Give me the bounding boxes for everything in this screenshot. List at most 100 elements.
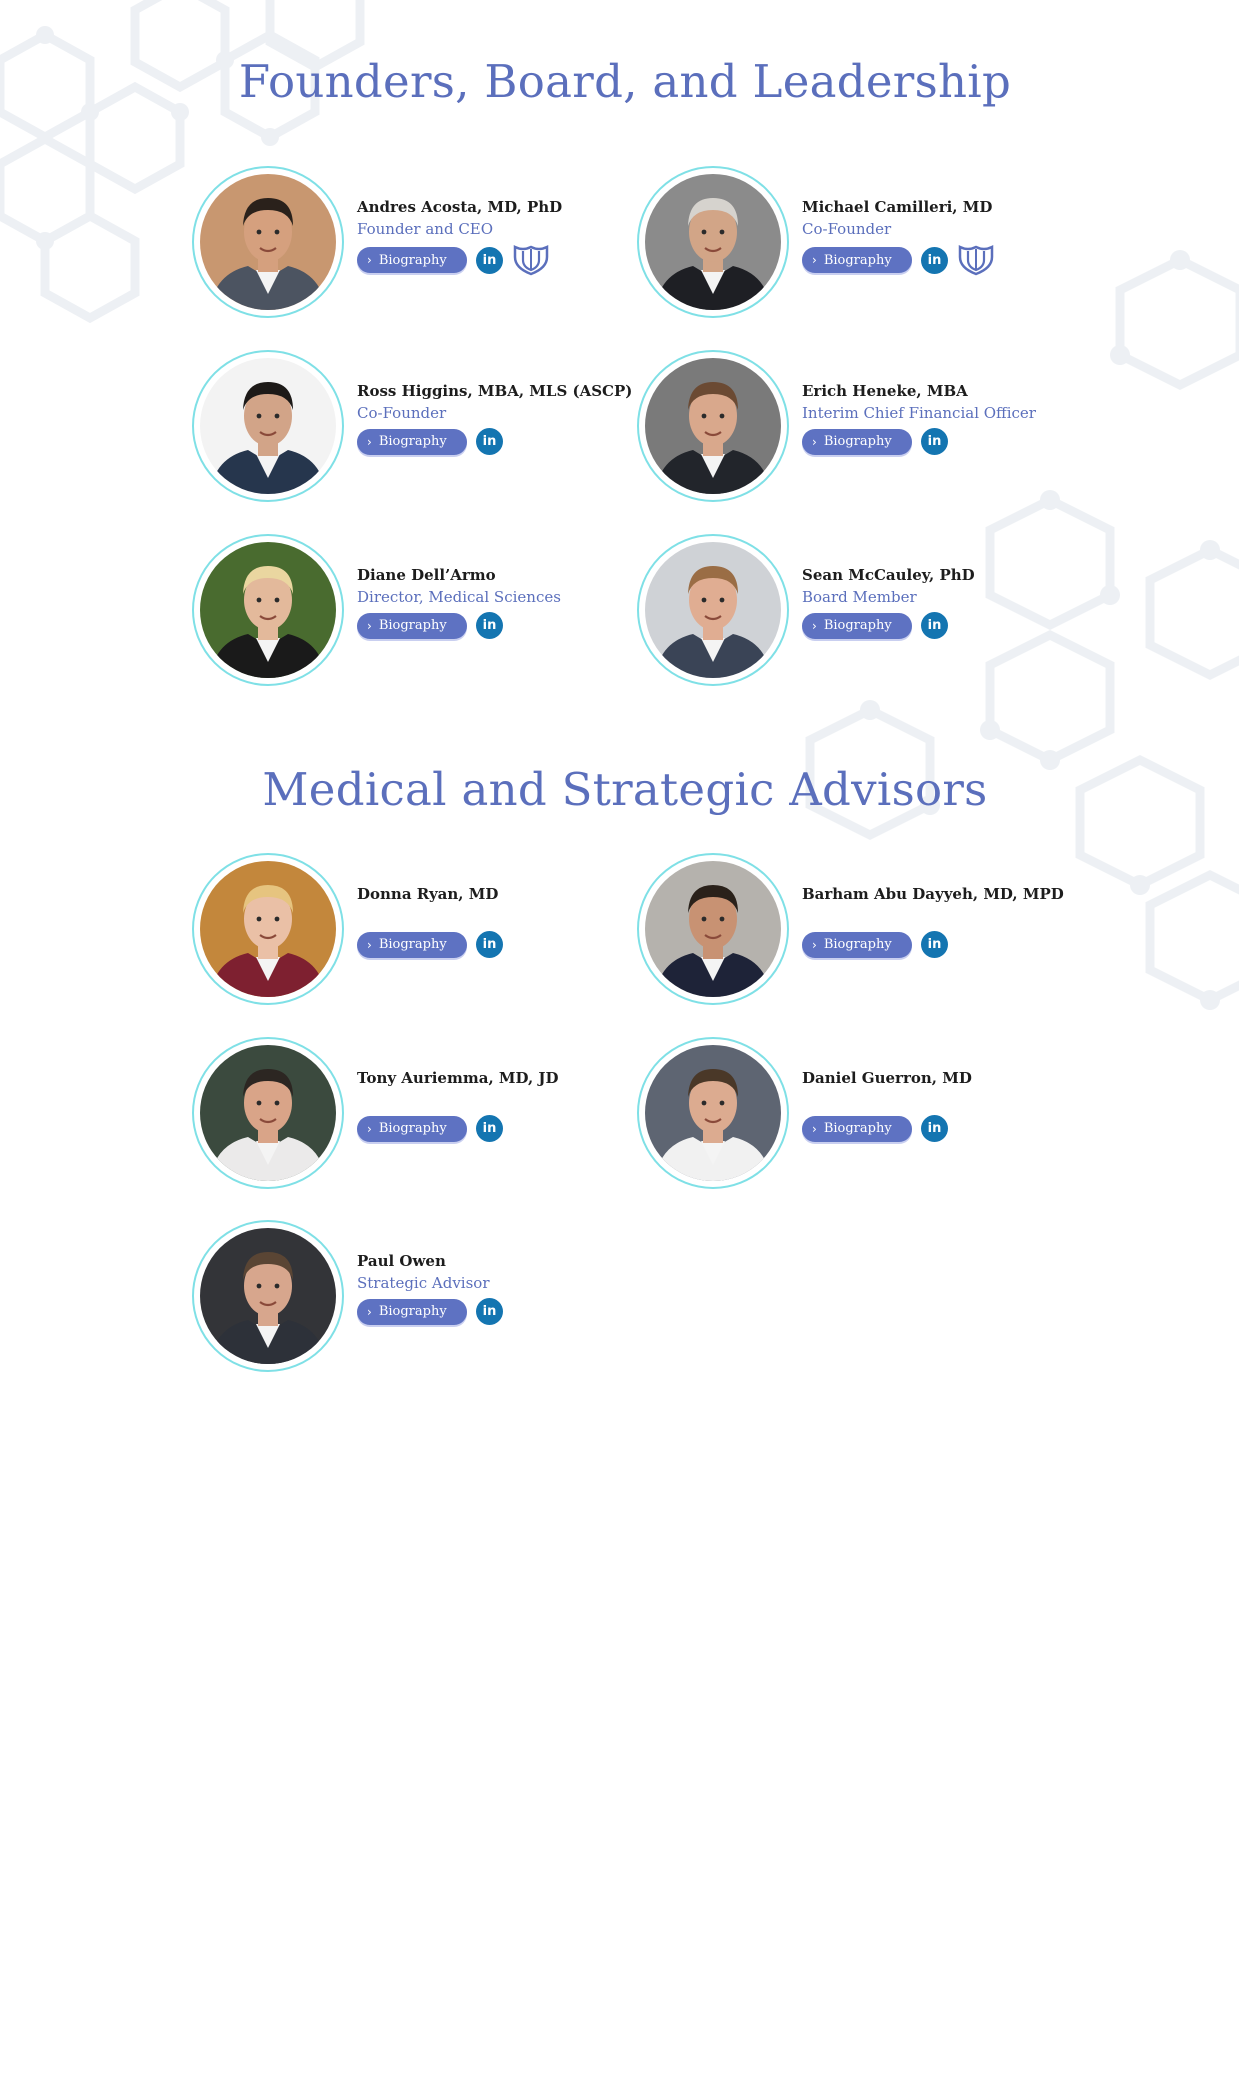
chevron-right-icon: › [812, 253, 817, 267]
person-name: Sean McCauley, PhD [802, 566, 975, 584]
person-card-paul-owen: Paul Owen Strategic Advisor › Biography … [192, 1220, 632, 1380]
linkedin-icon[interactable]: in [921, 612, 948, 639]
biography-button[interactable]: › Biography [357, 1115, 467, 1142]
portrait-photo [645, 358, 781, 494]
person-info: Sean McCauley, PhD Board Member › Biogra… [802, 564, 1092, 639]
mayo-clinic-shield-icon[interactable] [957, 244, 995, 276]
chevron-right-icon: › [367, 618, 372, 633]
portrait-photo [200, 861, 336, 997]
person-card-daniel-guerron-md: Daniel Guerron, MD › Biography in [637, 1037, 1077, 1197]
avatar [200, 1045, 336, 1181]
avatar-ring [192, 350, 344, 502]
person-name: Diane Dell’Armo [357, 566, 496, 584]
linkedin-icon[interactable]: in [476, 1115, 503, 1142]
avatar [200, 542, 336, 678]
person-card-diane-dell-armo: Diane Dell’Armo Director, Medical Scienc… [192, 534, 632, 694]
avatar-ring [192, 166, 344, 318]
chevron-right-icon: › [367, 937, 372, 952]
avatar [645, 1045, 781, 1181]
biography-button[interactable]: › Biography [357, 1298, 467, 1325]
person-actions: › Biography in [802, 931, 1092, 958]
portrait-photo [645, 861, 781, 997]
avatar [200, 1228, 336, 1364]
avatar-ring [192, 1037, 344, 1189]
mayo-clinic-shield-icon[interactable] [512, 244, 550, 276]
avatar [200, 358, 336, 494]
person-info: Daniel Guerron, MD › Biography in [802, 1067, 1092, 1142]
person-name: Michael Camilleri, MD [802, 198, 993, 216]
person-actions: › Biography in [357, 244, 647, 276]
person-card-barham-abu-dayyeh-md-mpd: Barham Abu Dayyeh, MD, MPD › Biography i… [637, 853, 1077, 1013]
person-card-michael-camilleri-md: Michael Camilleri, MD Co-Founder › Biogr… [637, 166, 1077, 326]
person-info: Ross Higgins, MBA, MLS (ASCP) Co-Founder… [357, 380, 647, 455]
avatar [645, 174, 781, 310]
biography-button-label: Biography [823, 618, 892, 633]
chevron-right-icon: › [367, 434, 372, 449]
biography-button[interactable]: › Biography [802, 247, 912, 273]
person-card-andres-acosta-md-phd: Andres Acosta, MD, PhD Founder and CEO ›… [192, 166, 632, 326]
biography-button-label: Biography [823, 252, 892, 268]
linkedin-icon[interactable]: in [476, 246, 503, 274]
person-card-erich-heneke-mba: Erich Heneke, MBA Interim Chief Financia… [637, 350, 1077, 510]
person-name: Andres Acosta, MD, PhD [357, 198, 563, 216]
portrait-photo [645, 1045, 781, 1181]
biography-button[interactable]: › Biography [802, 428, 912, 455]
linkedin-icon[interactable]: in [476, 1298, 503, 1325]
person-actions: › Biography in [802, 428, 1092, 455]
linkedin-icon[interactable]: in [921, 428, 948, 455]
chevron-right-icon: › [812, 434, 817, 449]
linkedin-icon[interactable]: in [921, 246, 948, 274]
avatar [645, 542, 781, 678]
chevron-right-icon: › [367, 253, 372, 267]
avatar [200, 174, 336, 310]
portrait-photo [200, 358, 336, 494]
biography-button[interactable]: › Biography [357, 247, 467, 273]
biography-button[interactable]: › Biography [357, 612, 467, 639]
biography-button-label: Biography [378, 252, 447, 268]
avatar-ring [192, 853, 344, 1005]
portrait-photo [645, 542, 781, 678]
section-title-advisors: Medical and Strategic Advisors [262, 763, 988, 816]
avatar-ring [637, 534, 789, 686]
person-actions: › Biography in [802, 612, 1092, 639]
biography-button-label: Biography [378, 937, 447, 952]
person-info: Paul Owen Strategic Advisor › Biography … [357, 1250, 647, 1325]
biography-button[interactable]: › Biography [802, 931, 912, 958]
section-title-leadership: Founders, Board, and Leadership [238, 55, 1012, 108]
linkedin-icon[interactable]: in [476, 612, 503, 639]
portrait-photo [200, 542, 336, 678]
biography-button-label: Biography [823, 937, 892, 952]
linkedin-icon[interactable]: in [921, 1115, 948, 1142]
biography-button[interactable]: › Biography [802, 612, 912, 639]
person-role: Strategic Advisor [357, 1274, 490, 1292]
avatar-ring [637, 166, 789, 318]
person-role: Director, Medical Sciences [357, 588, 561, 606]
biography-button[interactable]: › Biography [357, 428, 467, 455]
person-actions: › Biography in [357, 931, 647, 958]
portrait-photo [200, 174, 336, 310]
person-name: Tony Auriemma, MD, JD [357, 1069, 559, 1087]
person-card-tony-auriemma-md-jd: Tony Auriemma, MD, JD › Biography in [192, 1037, 632, 1197]
person-name: Daniel Guerron, MD [802, 1069, 972, 1087]
portrait-photo [200, 1045, 336, 1181]
linkedin-icon[interactable]: in [476, 931, 503, 958]
person-name: Ross Higgins, MBA, MLS (ASCP) [357, 382, 633, 400]
person-info: Diane Dell’Armo Director, Medical Scienc… [357, 564, 647, 639]
chevron-right-icon: › [812, 937, 817, 952]
biography-button[interactable]: › Biography [802, 1115, 912, 1142]
person-actions: › Biography in [802, 1115, 1092, 1142]
linkedin-icon[interactable]: in [921, 931, 948, 958]
chevron-right-icon: › [367, 1121, 372, 1136]
person-role: Co-Founder [357, 404, 447, 422]
avatar-ring [637, 853, 789, 1005]
person-actions: › Biography in [357, 1298, 647, 1325]
person-info: Tony Auriemma, MD, JD › Biography in [357, 1067, 647, 1142]
chevron-right-icon: › [812, 618, 817, 633]
biography-button-label: Biography [378, 1121, 447, 1136]
avatar-ring [637, 350, 789, 502]
linkedin-icon[interactable]: in [476, 428, 503, 455]
person-role: Co-Founder [802, 220, 892, 238]
person-card-ross-higgins-mba-mls-ascp: Ross Higgins, MBA, MLS (ASCP) Co-Founder… [192, 350, 632, 510]
biography-button[interactable]: › Biography [357, 931, 467, 958]
person-actions: › Biography in [357, 1115, 647, 1142]
